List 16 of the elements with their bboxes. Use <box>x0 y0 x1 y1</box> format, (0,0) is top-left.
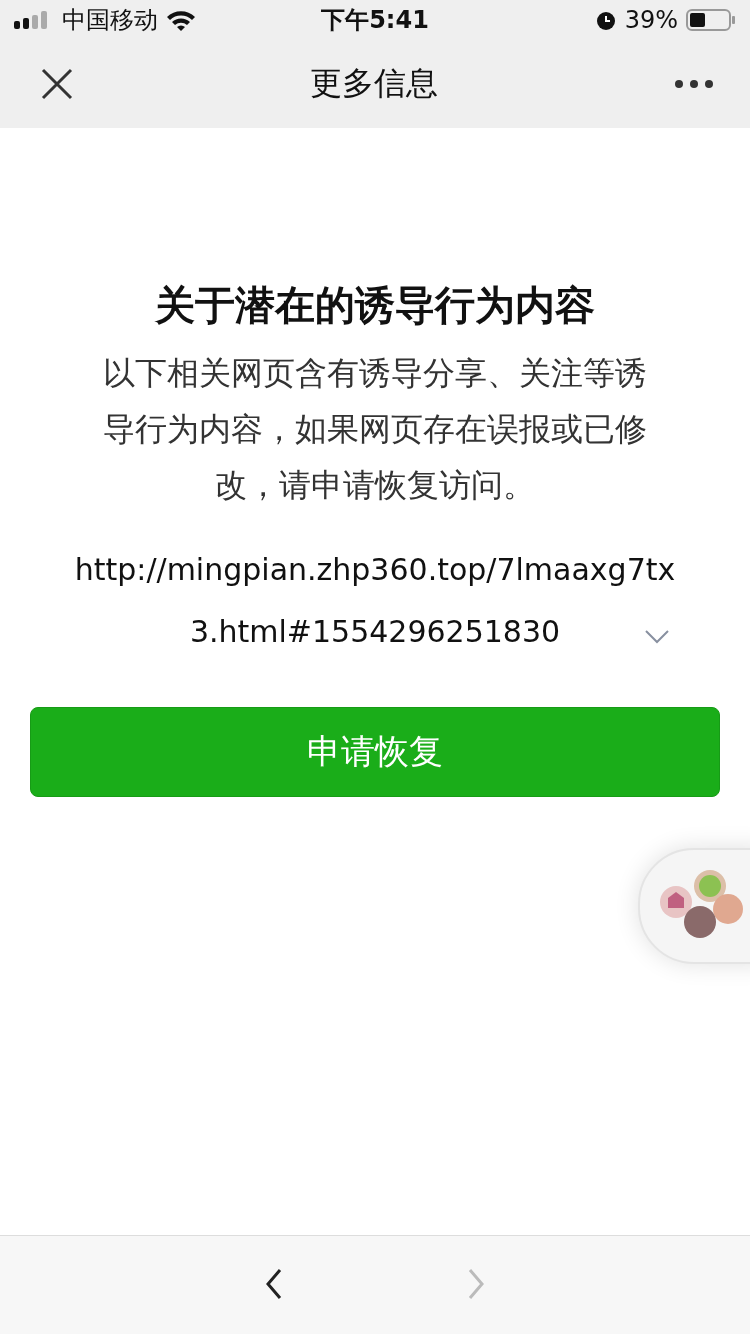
restore-button[interactable]: 申请恢复 <box>30 707 720 797</box>
battery-percent: 39% <box>624 6 678 34</box>
more-icon[interactable] <box>674 79 714 89</box>
notice-title: 关于潜在的诱导行为内容 <box>155 281 595 330</box>
wifi-icon <box>166 9 196 31</box>
alarm-clock-icon <box>594 9 617 31</box>
floating-window[interactable] <box>638 848 750 964</box>
notice-text: 以下相关网页含有诱导分享、关注等诱导行为内容，如果网页存在误报或已修改，请申请恢复访问。 <box>102 353 648 506</box>
url-text: 3.html#1554296251830 <box>189 613 561 651</box>
status-time: 下午5:41 <box>321 5 429 36</box>
chevron-down-icon[interactable] <box>644 629 670 645</box>
close-icon[interactable] <box>40 67 74 101</box>
battery-icon <box>686 8 736 32</box>
carrier-name: 中国移动 <box>62 5 158 36</box>
page-title: 更多信息 <box>310 63 438 104</box>
url-text: http://mingpian.zhp360.top/7lmaaxg7tx <box>74 551 676 589</box>
